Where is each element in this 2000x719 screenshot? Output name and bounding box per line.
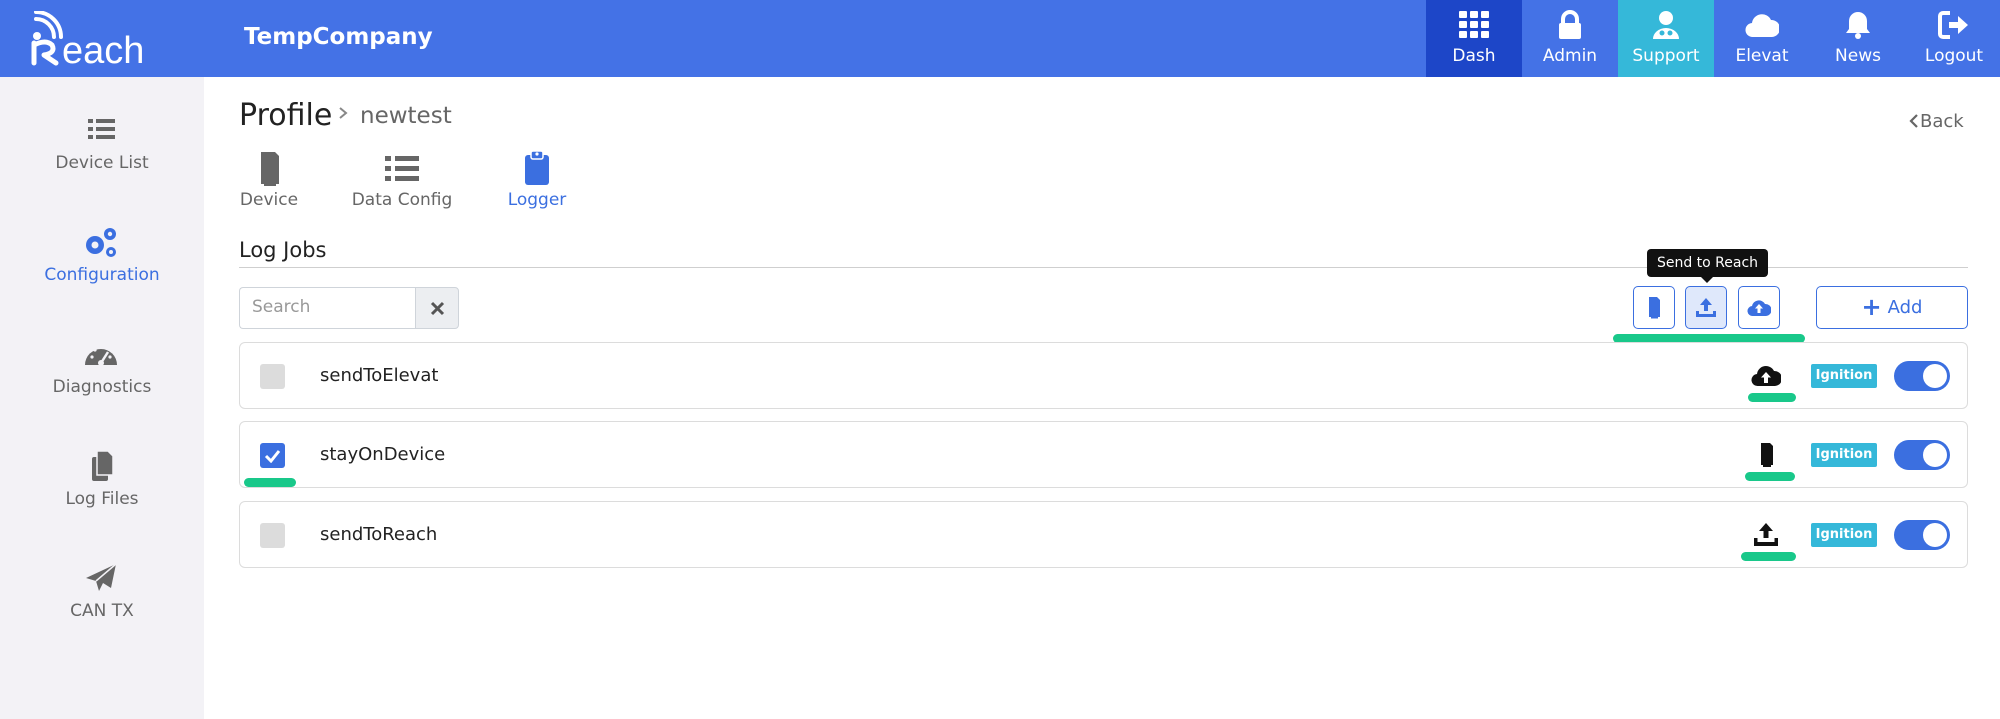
filter-send-to-elevat-button[interactable] [1738,286,1780,329]
tab-data-config[interactable]: Data Config [350,150,454,210]
clipboard-icon [525,150,549,185]
search-field [239,287,415,329]
row-checkbox[interactable] [260,523,285,548]
nav-admin-label: Admin [1542,46,1598,66]
tooltip-arrow [1701,277,1713,283]
toggle-knob [1923,443,1947,467]
files-icon [92,450,114,481]
nav-logout-button[interactable]: Logout [1906,0,2000,77]
check-icon [264,450,281,463]
toggle-knob [1923,364,1947,388]
highlight-bar [1745,472,1795,481]
enable-toggle[interactable] [1894,361,1950,391]
nav-admin-button[interactable]: Admin [1522,0,1618,77]
lock-icon [1559,10,1581,39]
clear-search-button[interactable] [415,287,459,329]
nav-elevat-label: Elevat [1735,46,1789,66]
cloud-upload-icon [1747,300,1771,317]
sidebar-item-diagnostics[interactable]: Diagnostics [0,337,204,437]
chevron-right-icon [339,107,348,119]
ignition-badge: Ignition [1811,364,1877,388]
svg-text:each: each [62,30,144,67]
nav-news-label: News [1835,46,1881,66]
tab-label: Device [239,190,299,210]
support-user-icon [1653,11,1679,39]
row-checkbox[interactable] [260,443,285,468]
enable-toggle[interactable] [1894,440,1950,470]
tab-label: Data Config [351,190,453,210]
table-row[interactable]: sendToReach Ignition [239,501,1968,568]
ignition-badge: Ignition [1811,523,1877,547]
sidebar: Device List Configuration Diagnostics Lo… [0,77,204,719]
tab-label: Logger [507,190,567,210]
job-name: stayOnDevice [320,444,446,465]
device-icon [1649,297,1660,319]
logout-icon [1938,11,1968,39]
sidebar-item-label: Device List [55,153,149,173]
sidebar-item-label: Log Files [65,489,139,509]
paper-plane-icon [86,563,117,591]
ignition-badge: Ignition [1811,443,1877,467]
search-input[interactable] [252,288,412,326]
highlight-bar [244,478,296,487]
chevron-left-icon [1909,114,1918,128]
job-name: sendToElevat [320,365,439,386]
breadcrumb-current: newtest [360,103,452,129]
top-navbar: each TempCompany Dash Admin Support Elev… [0,0,2000,77]
nav-dash-label: Dash [1452,46,1496,66]
filter-send-to-reach-button[interactable] [1685,286,1727,329]
back-link[interactable]: Back [1908,111,1964,132]
job-name: sendToReach [320,524,438,545]
cloud-icon [1745,14,1779,38]
reach-logo[interactable]: each [30,11,170,67]
toggle-knob [1923,523,1947,547]
nav-support-button[interactable]: Support [1618,0,1714,77]
nav-support-label: Support [1632,46,1700,66]
sidebar-item-configuration[interactable]: Configuration [0,225,204,325]
bell-icon [1846,12,1870,39]
tooltip: Send to Reach [1647,249,1768,277]
plus-icon: + [1861,293,1882,321]
breadcrumb-root[interactable]: Profile [239,98,332,133]
nav-elevat-button[interactable]: Elevat [1714,0,1810,77]
list-icon [88,119,115,139]
table-row[interactable]: sendToElevat Ignition [239,342,1968,409]
nav-dash-button[interactable]: Dash [1426,0,1522,77]
company-name: TempCompany [244,24,433,50]
grid-icon [1459,11,1489,38]
nav-news-button[interactable]: News [1810,0,1906,77]
back-label: Back [1920,111,1964,132]
table-row[interactable]: stayOnDevice Ignition [239,421,1968,488]
enable-toggle[interactable] [1894,520,1950,550]
gauge-icon [85,345,117,366]
sidebar-item-device-list[interactable]: Device List [0,113,204,213]
gears-icon [86,228,116,257]
sidebar-item-log-files[interactable]: Log Files [0,449,204,549]
add-label: Add [1887,297,1923,318]
tab-device[interactable]: Device [239,150,299,210]
add-button[interactable]: + Add [1816,286,1968,329]
sidebar-item-label: Configuration [44,265,160,285]
upload-icon [1696,298,1716,317]
highlight-bar [1741,552,1796,561]
upload-icon [1754,523,1778,546]
device-icon [261,152,279,186]
nav-logout-label: Logout [1924,46,1984,66]
section-title: Log Jobs [239,238,327,262]
row-checkbox[interactable] [260,364,285,389]
highlight-bar [1748,393,1796,402]
filter-device-button[interactable] [1633,286,1675,329]
cloud-upload-icon [1751,366,1781,387]
sidebar-item-can-tx[interactable]: CAN TX [0,561,204,661]
sidebar-item-label: Diagnostics [52,377,152,397]
sidebar-item-label: CAN TX [70,601,134,621]
tab-logger[interactable]: Logger [505,150,569,210]
device-icon [1761,443,1773,467]
close-icon [430,301,445,316]
list-icon [385,156,419,181]
